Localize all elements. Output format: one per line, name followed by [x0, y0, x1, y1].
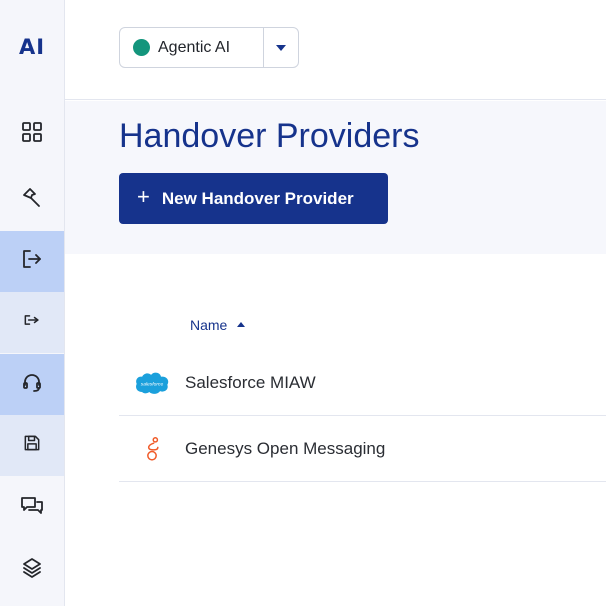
hammer-icon	[20, 186, 44, 215]
chevron-down-icon	[276, 44, 286, 51]
new-handover-provider-label: New Handover Provider	[161, 188, 354, 208]
sidebar-item-storage[interactable]	[0, 415, 64, 476]
sidebar-item-layers[interactable]	[0, 539, 64, 600]
column-header-name[interactable]: Name	[190, 317, 227, 333]
provider-name: Salesforce MIAW	[185, 372, 316, 392]
sign-out-icon	[20, 247, 44, 276]
new-handover-provider-button[interactable]: + New Handover Provider	[119, 173, 388, 224]
salesforce-logo-icon: salesforce	[119, 370, 185, 396]
app-logo[interactable]: AI	[0, 20, 64, 74]
app-root: AI Agentic AI Handover Providers + New H…	[0, 0, 606, 606]
top-bar: Agentic AI	[65, 0, 606, 100]
sidebar-item-handover-providers[interactable]	[0, 292, 64, 353]
sidebar-item-support[interactable]	[0, 354, 64, 415]
plus-icon: +	[137, 184, 150, 209]
providers-table: Name salesforce Salesforce MIAW Genesys …	[119, 300, 606, 482]
grid-icon	[20, 120, 44, 149]
agent-selector-button[interactable]: Agentic AI	[120, 28, 263, 67]
sidebar-item-conversations[interactable]	[0, 478, 64, 539]
sidebar: AI	[0, 0, 65, 606]
page-header: Handover Providers + New Handover Provid…	[65, 101, 606, 254]
headset-icon	[20, 370, 44, 399]
sidebar-item-tools[interactable]	[0, 170, 64, 231]
stack-icon	[20, 555, 44, 584]
agent-selector[interactable]: Agentic AI	[119, 27, 299, 68]
page-title: Handover Providers	[119, 117, 420, 155]
table-row[interactable]: Genesys Open Messaging	[119, 416, 606, 482]
sort-ascending-icon[interactable]	[237, 321, 246, 327]
sidebar-item-dashboard[interactable]	[0, 104, 64, 165]
genesys-logo-icon	[119, 436, 185, 462]
status-dot	[133, 39, 150, 56]
table-row[interactable]: salesforce Salesforce MIAW	[119, 350, 606, 416]
sidebar-item-handover[interactable]	[0, 231, 64, 292]
chat-icon	[20, 494, 44, 523]
table-header: Name	[119, 300, 606, 350]
agent-selector-dropdown-toggle[interactable]	[263, 28, 298, 67]
agent-selector-label: Agentic AI	[158, 38, 231, 56]
salesforce-logo-text: salesforce	[141, 381, 164, 387]
save-icon	[22, 433, 42, 458]
provider-name: Genesys Open Messaging	[185, 438, 386, 458]
forward-icon	[22, 310, 42, 335]
